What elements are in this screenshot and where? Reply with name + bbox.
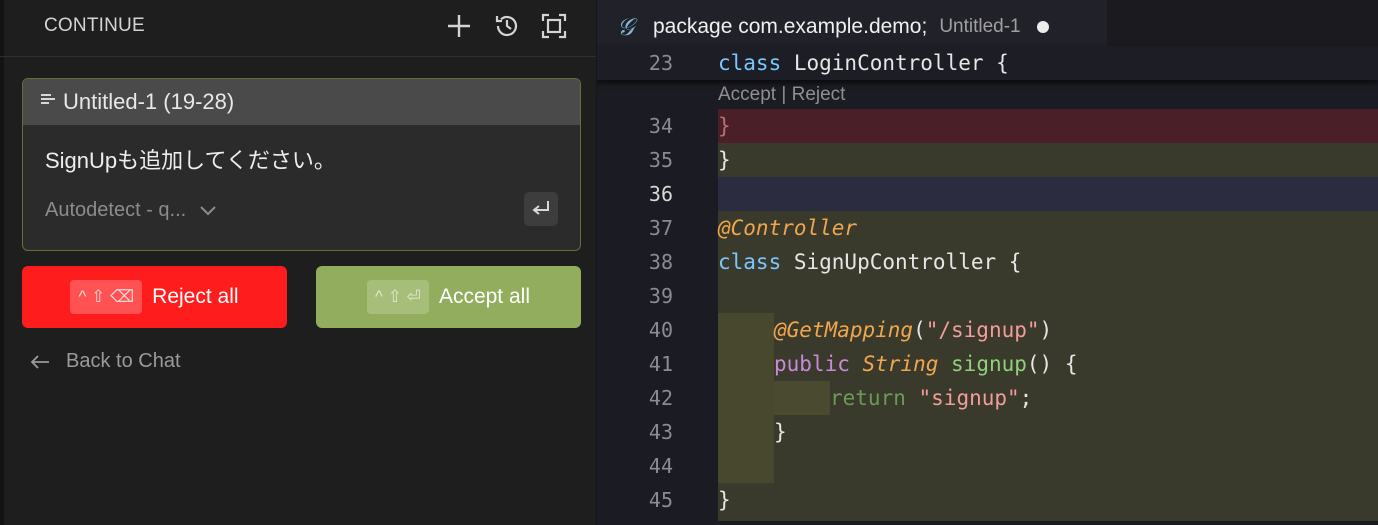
code-line-39[interactable]: 39: [597, 279, 1378, 313]
model-selector[interactable]: Autodetect - q...: [45, 199, 216, 222]
code-text: }: [718, 114, 731, 138]
accept-shortcut: ^ ⇧ ⏎: [367, 280, 429, 314]
back-label: Back to Chat: [66, 350, 181, 372]
code-text: }: [718, 488, 731, 512]
code-line-41[interactable]: 41 public String signup() {: [597, 347, 1378, 381]
line-number: 45: [648, 488, 673, 512]
context-label: Untitled-1 (19-28): [63, 89, 235, 114]
line-number: 39: [648, 284, 673, 308]
continue-panel: CONTINUE Untitled-1 (19-28) SignUpも追加してく…: [0, 0, 597, 525]
codelens-actions: Accept | Reject: [718, 84, 846, 105]
accept-all-label: Accept all: [438, 285, 530, 308]
line-number: 35: [648, 148, 673, 172]
code-line-42[interactable]: 42 return "signup";: [597, 381, 1378, 415]
code-line-40[interactable]: 40 @GetMapping("/signup"): [597, 313, 1378, 347]
accept-all-button[interactable]: ^ ⇧ ⏎ Accept all: [316, 266, 581, 328]
line-number: 38: [648, 250, 673, 274]
tab-subtitle: Untitled-1: [939, 16, 1021, 37]
chat-input-box[interactable]: Untitled-1 (19-28) SignUpも追加してください。 Auto…: [22, 78, 581, 251]
code-line-34[interactable]: 34 }: [597, 109, 1378, 143]
back-to-chat-link[interactable]: Back to Chat: [30, 350, 181, 373]
line-number: 44: [648, 454, 673, 478]
code-text: @GetMapping("/signup"): [774, 318, 1053, 342]
arrow-left-icon: [30, 354, 49, 369]
line-number: 41: [648, 352, 673, 376]
code-text: return "signup";: [830, 386, 1033, 410]
codelens-accept[interactable]: Accept: [718, 84, 776, 105]
enter-icon: [532, 201, 549, 215]
line-number: 23: [648, 51, 673, 75]
prompt-text[interactable]: SignUpも追加してください。: [45, 143, 336, 175]
sticky-scroll-line[interactable]: 23 class LoginController {: [597, 46, 1378, 80]
panel-title: CONTINUE: [44, 15, 145, 36]
code-text: class SignUpController {: [718, 250, 1022, 274]
editor-panel: 𝒢 package com.example.demo; Untitled-1 2…: [597, 0, 1378, 525]
tab-title: package com.example.demo;: [653, 15, 928, 38]
context-chip[interactable]: Untitled-1 (19-28): [23, 79, 580, 125]
fullscreen-icon[interactable]: [538, 10, 570, 42]
line-number: 40: [648, 318, 673, 342]
code-line-43[interactable]: 43 }: [597, 415, 1378, 449]
reject-shortcut: ^ ⇧ ⌫: [70, 280, 143, 314]
line-number: 34: [648, 114, 673, 138]
code-line-44[interactable]: 44: [597, 449, 1378, 483]
code-editor[interactable]: 23 class LoginController { Accept | Reje…: [597, 46, 1378, 525]
code-line-37[interactable]: 37 @Controller: [597, 211, 1378, 245]
code-line-36[interactable]: 36: [597, 177, 1378, 211]
reject-all-button[interactable]: ^ ⇧ ⌫ Reject all: [22, 266, 287, 328]
chevron-down-icon: [200, 205, 216, 215]
code-line-38[interactable]: 38 class SignUpController {: [597, 245, 1378, 279]
panel-header: CONTINUE: [0, 0, 596, 57]
code-line-35[interactable]: 35 }: [597, 143, 1378, 177]
line-number: 37: [648, 216, 673, 240]
file-lines-icon: [41, 94, 55, 104]
line-number: 36: [648, 182, 673, 206]
submit-button[interactable]: [524, 192, 558, 226]
line-number: 42: [648, 386, 673, 410]
line-number: 43: [648, 420, 673, 444]
plus-icon[interactable]: [443, 10, 475, 42]
code-text: @Controller: [718, 216, 858, 240]
code-text: }: [774, 420, 787, 444]
unsaved-dot-icon[interactable]: [1036, 21, 1049, 33]
model-label: Autodetect - q...: [45, 199, 187, 221]
activity-bar-edge: [0, 0, 4, 525]
code-text: public String signup() {: [774, 352, 1078, 376]
code-text: }: [718, 148, 731, 172]
code-line-45[interactable]: 45 }: [597, 483, 1378, 517]
reject-all-label: Reject all: [152, 285, 239, 308]
codelens-reject[interactable]: Reject: [792, 84, 846, 105]
code-line: class LoginController {: [718, 51, 1009, 75]
groovy-file-icon: 𝒢: [617, 13, 635, 41]
history-icon[interactable]: [491, 10, 523, 42]
